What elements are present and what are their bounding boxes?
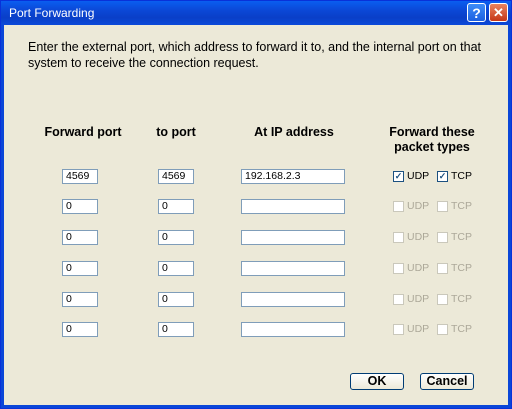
tcp-label: TCP: [451, 293, 472, 305]
tcp-label: TCP: [451, 200, 472, 212]
to-port-input[interactable]: 0: [158, 322, 194, 337]
header-ip-address: At IP address: [254, 125, 334, 139]
udp-checkbox[interactable]: ✓: [393, 171, 404, 182]
tcp-checkbox[interactable]: [437, 201, 448, 212]
to-port-input[interactable]: 0: [158, 292, 194, 307]
forward-port-input[interactable]: 0: [62, 292, 98, 307]
ok-button[interactable]: OK: [350, 373, 404, 390]
header-packet-types: Forward these packet types: [389, 125, 475, 154]
ip-address-input[interactable]: 192.168.2.3: [241, 169, 345, 184]
to-port-input-value: 4569: [162, 170, 186, 182]
header-forward-port: Forward port: [44, 125, 122, 139]
ip-address-input[interactable]: [241, 322, 345, 337]
ip-address-input[interactable]: [241, 199, 345, 214]
forward-port-input[interactable]: 0: [62, 199, 98, 214]
instructions-text: Enter the external port, which address t…: [28, 40, 482, 70]
udp-label: UDP: [407, 262, 430, 274]
forward-port-input-value: 0: [66, 293, 72, 305]
ip-address-input-value: 192.168.2.3: [245, 170, 301, 182]
ip-address-input[interactable]: [241, 230, 345, 245]
tcp-label: TCP: [451, 262, 472, 274]
tcp-label: TCP: [451, 323, 472, 335]
header-to-port: to port: [156, 125, 196, 139]
to-port-input-value: 0: [162, 200, 168, 212]
tcp-checkbox[interactable]: [437, 263, 448, 274]
cancel-button[interactable]: Cancel: [420, 373, 474, 390]
to-port-input[interactable]: 0: [158, 261, 194, 276]
udp-checkbox[interactable]: [393, 324, 404, 335]
udp-label: UDP: [407, 293, 430, 305]
tcp-checkbox[interactable]: [437, 232, 448, 243]
port-forwarding-window: Port Forwarding ? ✕ Enter the external p…: [0, 0, 512, 409]
tcp-checkbox[interactable]: ✓: [437, 171, 448, 182]
title-bar[interactable]: Port Forwarding ? ✕: [1, 1, 511, 25]
to-port-input[interactable]: 4569: [158, 169, 194, 184]
forward-port-input[interactable]: 0: [62, 230, 98, 245]
tcp-label: TCP: [451, 231, 472, 243]
tcp-checkbox[interactable]: [437, 324, 448, 335]
window-title: Port Forwarding: [9, 6, 95, 20]
udp-checkbox[interactable]: [393, 201, 404, 212]
forward-port-input-value: 0: [66, 200, 72, 212]
udp-checkbox[interactable]: [393, 232, 404, 243]
to-port-input-value: 0: [162, 231, 168, 243]
forward-port-input[interactable]: 0: [62, 261, 98, 276]
forward-port-input-value: 0: [66, 262, 72, 274]
help-button[interactable]: ?: [467, 3, 486, 22]
udp-label: UDP: [407, 200, 430, 212]
udp-checkbox[interactable]: [393, 294, 404, 305]
to-port-input-value: 0: [162, 323, 168, 335]
udp-label: UDP: [407, 231, 430, 243]
close-button[interactable]: ✕: [489, 3, 508, 22]
forward-port-input-value: 4569: [66, 170, 90, 182]
forward-port-input[interactable]: 0: [62, 322, 98, 337]
to-port-input-value: 0: [162, 262, 168, 274]
udp-label: UDP: [407, 323, 430, 335]
forward-port-input-value: 0: [66, 323, 72, 335]
to-port-input[interactable]: 0: [158, 199, 194, 214]
to-port-input[interactable]: 0: [158, 230, 194, 245]
forward-port-input[interactable]: 4569: [62, 169, 98, 184]
udp-checkbox[interactable]: [393, 263, 404, 274]
to-port-input-value: 0: [162, 293, 168, 305]
ip-address-input[interactable]: [241, 261, 345, 276]
dialog-body: Enter the external port, which address t…: [4, 25, 508, 405]
udp-label: UDP: [407, 170, 430, 182]
tcp-checkbox[interactable]: [437, 294, 448, 305]
tcp-label: TCP: [451, 170, 472, 182]
ip-address-input[interactable]: [241, 292, 345, 307]
forward-port-input-value: 0: [66, 231, 72, 243]
